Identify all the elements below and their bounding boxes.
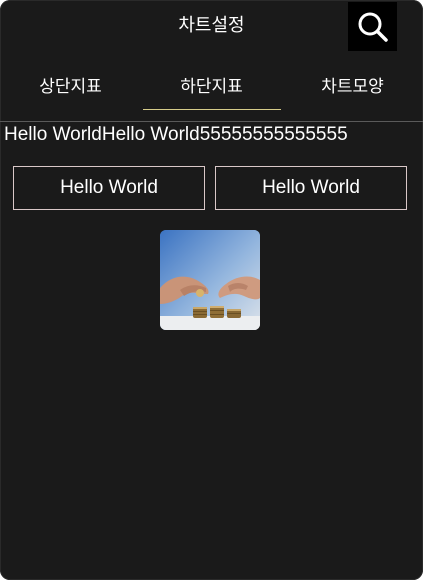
tab-chart-shape[interactable]: 차트모양 xyxy=(284,62,422,112)
hello-world-button-left[interactable]: Hello World xyxy=(13,166,205,210)
coins-thumbnail-image xyxy=(160,230,260,330)
tab-upper-indicator[interactable]: 상단지표 xyxy=(2,62,140,112)
search-button[interactable] xyxy=(348,2,397,51)
search-icon xyxy=(358,12,388,42)
tab-lower-indicator[interactable]: 하단지표 xyxy=(142,62,281,112)
tab-bar: 상단지표 하단지표 차트모양 xyxy=(0,62,423,112)
coins-photo-illustration xyxy=(160,230,260,330)
tab-divider xyxy=(0,121,423,122)
info-text: Hello WorldHello World55555555555555 xyxy=(4,124,348,145)
chart-settings-panel: 차트설정 상단지표 하단지표 차트모양 Hello WorldHello Wor… xyxy=(0,0,423,580)
header-bar: 차트설정 xyxy=(0,0,423,52)
hello-world-button-right[interactable]: Hello World xyxy=(215,166,407,210)
